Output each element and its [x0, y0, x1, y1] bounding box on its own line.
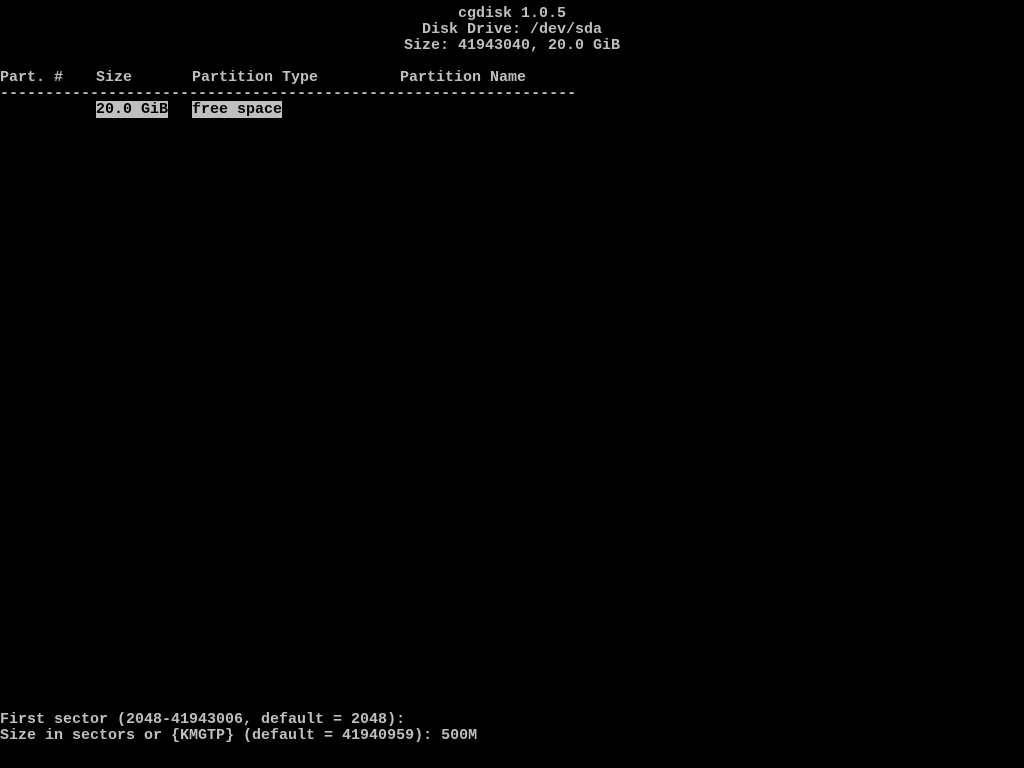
- disk-size-value: 41943040, 20.0 GiB: [458, 37, 620, 54]
- disk-drive-line: Disk Drive: /dev/sda: [0, 22, 1024, 38]
- cell-size: 20.0 GiB: [96, 102, 192, 118]
- partition-table: Part. # Size Partition Type Partition Na…: [0, 70, 1024, 118]
- prompt-area: First sector (2048-41943006, default = 2…: [0, 712, 1024, 744]
- disk-drive-value: /dev/sda: [530, 21, 602, 38]
- column-header-name: Partition Name: [400, 70, 1024, 86]
- app-title: cgdisk 1.0.5: [0, 6, 1024, 22]
- table-header-row: Part. # Size Partition Type Partition Na…: [0, 70, 1024, 86]
- size-input-value[interactable]: 500M: [441, 727, 477, 744]
- size-prompt-text: Size in sectors or {KMGTP} (default = 41…: [0, 727, 441, 744]
- cell-part: [0, 102, 96, 118]
- disk-size-label: Size:: [404, 37, 449, 54]
- cell-name: [400, 102, 1024, 118]
- cell-size-value: 20.0 GiB: [96, 101, 168, 118]
- disk-size-line: Size: 41943040, 20.0 GiB: [0, 38, 1024, 54]
- app-header: cgdisk 1.0.5 Disk Drive: /dev/sda Size: …: [0, 0, 1024, 54]
- table-row[interactable]: 20.0 GiB free space: [0, 102, 1024, 118]
- size-prompt-line[interactable]: Size in sectors or {KMGTP} (default = 41…: [0, 728, 1024, 744]
- first-sector-prompt-text: First sector (2048-41943006, default = 2…: [0, 711, 414, 728]
- column-header-part: Part. #: [0, 70, 96, 86]
- cell-type: free space: [192, 102, 400, 118]
- column-header-type: Partition Type: [192, 70, 400, 86]
- table-divider: ----------------------------------------…: [0, 86, 1024, 102]
- first-sector-prompt: First sector (2048-41943006, default = 2…: [0, 712, 1024, 728]
- cell-type-value: free space: [192, 101, 282, 118]
- column-header-size: Size: [96, 70, 192, 86]
- disk-drive-label: Disk Drive:: [422, 21, 521, 38]
